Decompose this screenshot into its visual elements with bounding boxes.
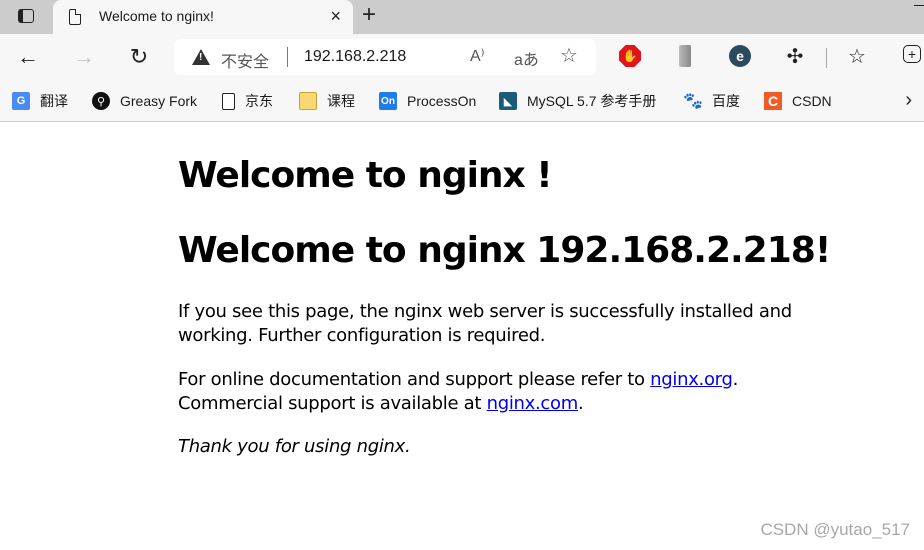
page-icon: [69, 8, 82, 25]
intro-paragraph: If you see this page, the nginx web serv…: [178, 300, 792, 348]
bookmark-label: 翻译: [40, 93, 68, 109]
commercial-text: Commercial support is available at: [178, 393, 487, 414]
add-favorite-icon[interactable]: ☆: [560, 43, 578, 68]
bookmark-label: Greasy Fork: [120, 93, 198, 109]
collections-glyph: +: [907, 46, 917, 62]
bookmark-label: 课程: [327, 93, 355, 109]
read-aloud-icon[interactable]: A⁾: [470, 46, 485, 66]
adblock-icon[interactable]: ✋: [619, 45, 641, 67]
close-tab-icon[interactable]: ×: [330, 5, 341, 27]
extensions-puzzle-icon[interactable]: ✣: [784, 45, 806, 68]
toolbar-divider: [826, 48, 827, 68]
nginx-com-link[interactable]: nginx.com: [487, 393, 579, 414]
favorites-icon[interactable]: ☆: [846, 45, 868, 68]
bookmark-label: MySQL 5.7 参考手册: [527, 93, 657, 109]
bookmark-csdn[interactable]: C CSDN: [764, 90, 832, 112]
e-glyph: e: [736, 48, 744, 64]
period: .: [577, 393, 584, 414]
security-label[interactable]: 不安全: [221, 48, 269, 72]
favorites-glyph: ☆: [848, 45, 866, 68]
tab-title: Welcome to nginx!: [99, 8, 214, 24]
intro-line-2: working. Further configuration is requir…: [178, 325, 546, 346]
support-text: For online documentation and support ple…: [178, 369, 651, 390]
folder-icon: [299, 92, 317, 110]
minimize-icon[interactable]: [914, 5, 924, 6]
adblock-glyph: ✋: [622, 49, 638, 63]
nginx-org-link[interactable]: nginx.org: [650, 369, 733, 390]
translate-icon: G: [12, 92, 30, 110]
address-divider: [287, 47, 288, 67]
baidu-icon: 🐾: [683, 93, 703, 110]
processon-icon: On: [379, 92, 397, 110]
bookmarks-bar: G 翻译 ⚲ Greasy Fork 京东 课程 On ProcessOn ◣ …: [0, 80, 924, 122]
office-icon[interactable]: [679, 45, 691, 67]
csdn-icon: C: [764, 92, 782, 110]
collections-icon[interactable]: +: [903, 45, 921, 63]
bookmark-mysql[interactable]: ◣ MySQL 5.7 参考手册: [499, 90, 656, 112]
bookmark-processon[interactable]: On ProcessOn: [379, 90, 476, 112]
thanks-paragraph: Thank you for using nginx.: [178, 436, 411, 457]
tab-strip: Welcome to nginx! × +: [0, 0, 924, 34]
bookmark-label: 百度: [712, 93, 740, 109]
warning-icon[interactable]: [192, 49, 210, 65]
translate-icon[interactable]: aあ: [514, 46, 539, 70]
navigation-toolbar: ← → ↻ 不安全 192.168.2.218 A⁾ aあ ☆ ✋ e ✣ ☆ …: [0, 34, 924, 80]
heading-welcome: Welcome to nginx !: [178, 155, 553, 196]
page-content: Welcome to nginx ! Welcome to nginx 192.…: [0, 123, 924, 550]
watermark: CSDN @yutao_517: [760, 520, 910, 539]
address-bar[interactable]: 不安全 192.168.2.218 A⁾ aあ ☆: [174, 39, 596, 75]
bookmark-jd[interactable]: 京东: [222, 90, 273, 112]
tab-actions-icon: [18, 9, 34, 23]
back-button[interactable]: ←: [14, 43, 42, 71]
reload-button[interactable]: ↻: [125, 43, 153, 71]
bookmark-label: 京东: [245, 93, 273, 109]
greasy-fork-icon: ⚲: [92, 92, 110, 110]
bookmark-label: CSDN: [792, 93, 832, 109]
bookmark-translate[interactable]: G 翻译: [12, 90, 68, 112]
puzzle-glyph: ✣: [786, 45, 804, 68]
mysql-icon: ◣: [499, 92, 517, 110]
new-tab-button[interactable]: +: [362, 2, 376, 28]
e-extension-icon[interactable]: e: [729, 45, 751, 67]
forward-button[interactable]: →: [70, 43, 98, 71]
tab-actions-button[interactable]: [8, 4, 44, 28]
page-icon: [222, 92, 235, 110]
url-input[interactable]: 192.168.2.218: [304, 48, 406, 66]
bookmark-greasy-fork[interactable]: ⚲ Greasy Fork: [92, 90, 197, 112]
bookmarks-more-chevron-icon[interactable]: ›: [905, 89, 912, 112]
bookmark-baidu[interactable]: 🐾 百度: [683, 90, 740, 112]
intro-line-1: If you see this page, the nginx web serv…: [178, 301, 792, 322]
heading-welcome-ip: Welcome to nginx 192.168.2.218!: [178, 230, 831, 271]
support-paragraph: For online documentation and support ple…: [178, 368, 738, 416]
bookmark-label: ProcessOn: [407, 93, 477, 109]
bookmark-courses[interactable]: 课程: [299, 90, 355, 112]
period: .: [732, 369, 739, 390]
tab-active[interactable]: Welcome to nginx! ×: [53, 0, 353, 34]
